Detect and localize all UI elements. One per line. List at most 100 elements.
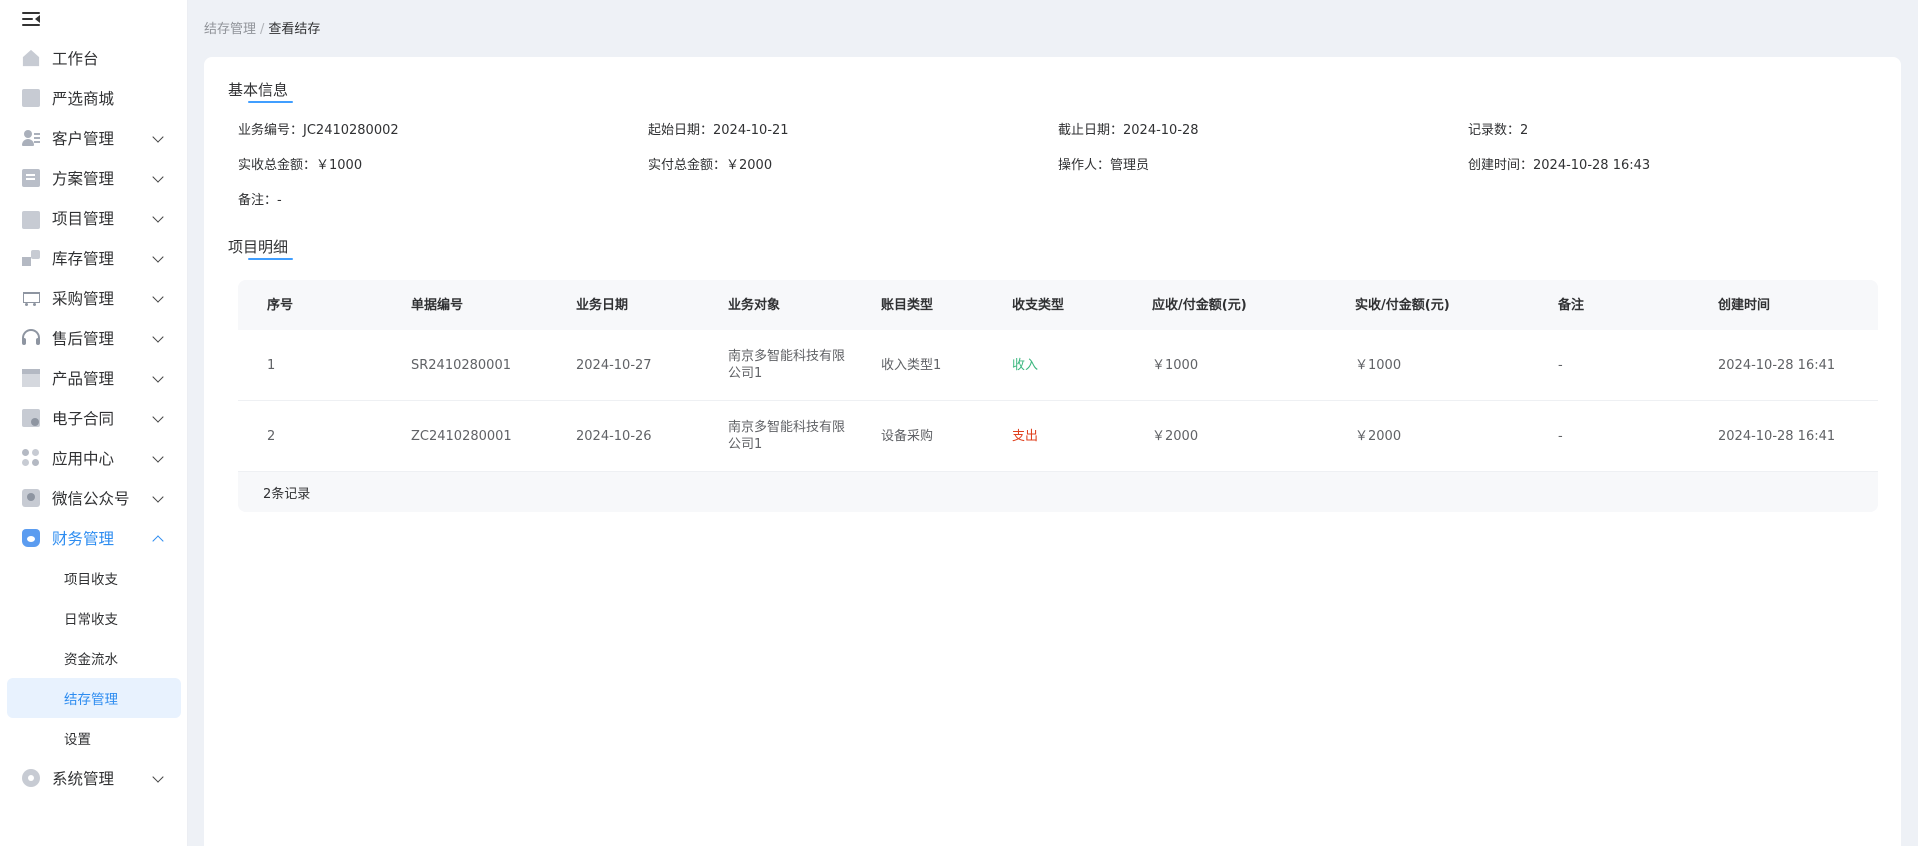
column-header: 创建时间 — [1718, 297, 1771, 313]
sidebar-menu: 工作台 严选商城 客户管理 方案管理 项目管理 库存管理 采购管理 售后管理 产… — [0, 38, 188, 798]
cell-doc-no: SR2410280001 — [411, 357, 511, 373]
chevron-down-icon — [152, 211, 164, 223]
column-header: 序号 — [267, 297, 294, 313]
info-remark: 备注：- — [238, 193, 282, 208]
column-header: 备注 — [1558, 297, 1585, 313]
column-header: 收支类型 — [1012, 297, 1065, 313]
apps-icon — [22, 449, 40, 467]
info-start-date: 起始日期：2024-10-21 — [648, 123, 789, 138]
column-header: 实收/付金额(元) — [1355, 297, 1450, 313]
sidebar-item-label: 严选商城 — [52, 90, 115, 108]
cell-flow-type: 支出 — [1012, 428, 1039, 444]
sidebar-item-finance[interactable]: 财务管理 — [0, 518, 188, 558]
sidebar-subitem-daily-income[interactable]: 日常收支 — [7, 598, 181, 638]
sidebar-item-customers[interactable]: 客户管理 — [0, 118, 188, 158]
headset-icon — [22, 329, 40, 347]
sidebar-item-label: 项目管理 — [52, 210, 115, 228]
chevron-down-icon — [152, 491, 164, 503]
cell-remark: - — [1558, 428, 1563, 444]
contract-icon — [22, 409, 40, 427]
sidebar-item-label: 库存管理 — [52, 250, 115, 268]
sidebar-item-label: 采购管理 — [52, 290, 115, 308]
chevron-down-icon — [152, 131, 164, 143]
breadcrumb-separator: / — [260, 22, 265, 37]
info-record-count: 记录数：2 — [1468, 123, 1529, 138]
cell-created-time: 2024-10-28 16:41 — [1718, 428, 1836, 444]
table-row[interactable]: 1 SR2410280001 2024-10-27 南京多智能科技有限公司1 收… — [238, 330, 1878, 401]
cell-due-amount: ￥2000 — [1152, 428, 1199, 444]
cell-date: 2024-10-26 — [576, 428, 652, 444]
column-header: 账目类型 — [881, 297, 934, 313]
breadcrumb-parent[interactable]: 结存管理 — [204, 22, 256, 37]
cart-icon — [22, 289, 40, 307]
settings-icon — [22, 769, 40, 787]
sidebar-item-label: 产品管理 — [52, 370, 115, 388]
shop-icon — [22, 89, 40, 107]
sidebar-item-inventory[interactable]: 库存管理 — [0, 238, 188, 278]
sidebar-item-projects[interactable]: 项目管理 — [0, 198, 188, 238]
cell-object: 南京多智能科技有限公司1 — [728, 349, 846, 381]
sidebar-item-system[interactable]: 系统管理 — [0, 758, 188, 798]
cell-index: 2 — [267, 428, 276, 444]
sidebar-item-label: 客户管理 — [52, 130, 115, 148]
sidebar-item-label: 微信公众号 — [52, 490, 130, 508]
info-row: 实收总金额：￥1000 实付总金额：￥2000 操作人：管理员 创建时间：202… — [238, 154, 1878, 173]
sidebar-item-workbench[interactable]: 工作台 — [0, 38, 188, 78]
chevron-down-icon — [152, 771, 164, 783]
chevron-down-icon — [152, 371, 164, 383]
chevron-down-icon — [152, 251, 164, 263]
info-created-time: 创建时间：2024-10-28 16:43 — [1468, 158, 1651, 173]
detail-table: 序号 单据编号 业务日期 业务对象 账目类型 收支类型 应收/付金额(元) 实收… — [238, 280, 1878, 512]
chevron-down-icon — [152, 331, 164, 343]
finance-icon — [22, 529, 40, 547]
breadcrumb-current: 查看结存 — [268, 22, 321, 37]
sidebar-item-label: 售后管理 — [52, 330, 115, 348]
chevron-down-icon — [152, 411, 164, 423]
table-header: 序号 单据编号 业务日期 业务对象 账目类型 收支类型 应收/付金额(元) 实收… — [238, 280, 1878, 330]
column-header: 业务日期 — [576, 297, 629, 313]
sidebar-item-label: 方案管理 — [52, 170, 115, 188]
sidebar-item-purchase[interactable]: 采购管理 — [0, 278, 188, 318]
sidebar-item-contracts[interactable]: 电子合同 — [0, 398, 188, 438]
info-business-no: 业务编号：JC2410280002 — [238, 123, 399, 138]
cell-index: 1 — [267, 357, 276, 373]
content-card: 基本信息 业务编号：JC2410280002 起始日期：2024-10-21 截… — [204, 57, 1901, 846]
collapse-menu-icon[interactable] — [22, 12, 42, 26]
customer-icon — [22, 129, 40, 147]
sidebar-item-label: 财务管理 — [52, 530, 115, 548]
inventory-icon — [22, 249, 40, 267]
sidebar-item-aftersales[interactable]: 售后管理 — [0, 318, 188, 358]
info-total-paid: 实付总金额：￥2000 — [648, 158, 773, 173]
cell-doc-no: ZC2410280001 — [411, 428, 512, 444]
sidebar-item-mall[interactable]: 严选商城 — [0, 78, 188, 118]
cell-object: 南京多智能科技有限公司1 — [728, 420, 846, 452]
sidebar-subitem-balance[interactable]: 结存管理 — [7, 678, 181, 718]
sidebar-item-apps[interactable]: 应用中心 — [0, 438, 188, 478]
cell-actual-amount: ￥2000 — [1355, 428, 1402, 444]
sidebar-item-wechat[interactable]: 微信公众号 — [0, 478, 188, 518]
cell-flow-type: 收入 — [1012, 357, 1039, 373]
sidebar-item-products[interactable]: 产品管理 — [0, 358, 188, 398]
sidebar: 工作台 严选商城 客户管理 方案管理 项目管理 库存管理 采购管理 售后管理 产… — [0, 0, 188, 846]
sidebar-subitem-settings[interactable]: 设置 — [7, 718, 181, 758]
info-row: 备注：- — [238, 189, 1878, 208]
table-footer-count: 2条记录 — [238, 472, 1878, 512]
sidebar-subitem-cash-flow[interactable]: 资金流水 — [7, 638, 181, 678]
chevron-down-icon — [152, 171, 164, 183]
sidebar-subitem-project-income[interactable]: 项目收支 — [7, 558, 181, 598]
cell-due-amount: ￥1000 — [1152, 357, 1199, 373]
sidebar-item-label: 应用中心 — [52, 450, 115, 468]
folder-icon — [22, 211, 40, 229]
detail-title: 项目明细 — [228, 238, 294, 260]
cell-created-time: 2024-10-28 16:41 — [1718, 357, 1836, 373]
info-operator: 操作人：管理员 — [1058, 158, 1150, 173]
basic-info-title: 基本信息 — [228, 81, 294, 103]
info-row: 业务编号：JC2410280002 起始日期：2024-10-21 截止日期：2… — [238, 119, 1878, 138]
home-icon — [22, 49, 40, 67]
sidebar-item-plans[interactable]: 方案管理 — [0, 158, 188, 198]
table-row[interactable]: 2 ZC2410280001 2024-10-26 南京多智能科技有限公司1 设… — [238, 401, 1878, 472]
product-icon — [22, 369, 40, 387]
info-end-date: 截止日期：2024-10-28 — [1058, 123, 1199, 138]
chevron-up-icon — [152, 535, 164, 547]
sidebar-item-label: 电子合同 — [52, 410, 115, 428]
